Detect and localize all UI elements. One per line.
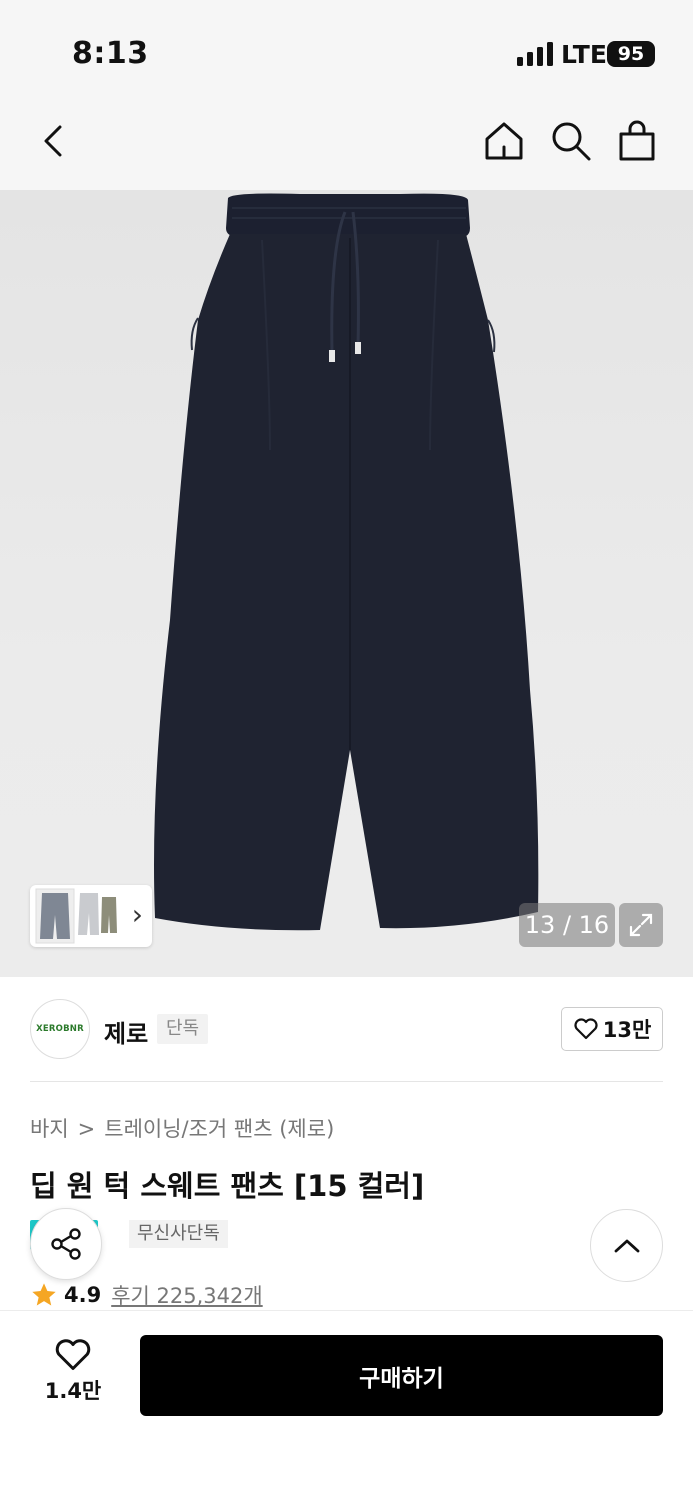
buy-button[interactable]: 구매하기 — [140, 1335, 663, 1416]
brand-like-count: 13만 — [602, 1018, 652, 1042]
battery-icon: 95 — [607, 41, 655, 67]
expand-icon — [629, 913, 653, 937]
search-icon — [552, 122, 591, 161]
back-button[interactable] — [28, 116, 78, 166]
review-link[interactable]: 후기 225,342개 — [111, 1280, 262, 1310]
share-button[interactable] — [30, 1208, 102, 1280]
brand-name[interactable]: 제로 — [104, 1014, 148, 1049]
musinsa-exclusive-tag: 무신사단독 — [129, 1220, 228, 1248]
product-image — [154, 193, 539, 931]
top-nav — [0, 100, 693, 190]
bottom-action-bar: 1.4만 구매하기 — [0, 1310, 693, 1500]
home-button[interactable] — [479, 116, 529, 166]
signal-icon — [517, 42, 553, 66]
product-title: 딥 원 턱 스웨트 팬츠 [15 컬러] — [30, 1169, 425, 1203]
chevron-up-icon — [614, 1239, 639, 1252]
breadcrumb-separator: > — [77, 1117, 96, 1141]
brand-logo-text: XEROBNR — [36, 1024, 84, 1034]
shopping-bag-icon — [619, 120, 655, 161]
product-image-gallery[interactable]: › 13 / 16 — [0, 190, 693, 977]
expand-button[interactable] — [619, 903, 663, 947]
network-label: LTE — [561, 40, 607, 69]
scroll-to-top-button[interactable] — [590, 1209, 663, 1282]
breadcrumb-parent[interactable]: 바지 — [30, 1117, 69, 1141]
thumbnail-strip[interactable]: › — [30, 885, 152, 947]
back-arrow-icon — [44, 125, 62, 157]
status-bar: 8:13 LTE 95 — [0, 0, 693, 100]
rating-score: 4.9 — [64, 1283, 102, 1307]
star-icon — [32, 1283, 56, 1306]
heart-icon — [55, 1339, 91, 1370]
home-icon — [485, 122, 523, 160]
thumbnail-arrow-icon: › — [131, 898, 143, 931]
share-icon — [51, 1228, 81, 1260]
brand-logo[interactable]: XEROBNR — [30, 999, 90, 1059]
status-time: 8:13 — [72, 36, 149, 71]
breadcrumb-current[interactable]: 트레이닝/조거 팬츠 (제로) — [104, 1117, 334, 1141]
thumbnail-image — [35, 888, 117, 944]
divider — [30, 1081, 663, 1082]
heart-icon — [574, 1018, 598, 1040]
rating-row: 4.9 후기 225,342개 — [30, 1280, 263, 1310]
brand-row: XEROBNR 제로 단독 13만 — [30, 999, 663, 1059]
wishlist-button[interactable]: 1.4만 — [30, 1337, 116, 1417]
wishlist-count: 1.4만 — [44, 1379, 102, 1403]
breadcrumb: 바지 > 트레이닝/조거 팬츠 (제로) — [30, 1113, 334, 1143]
search-button[interactable] — [546, 116, 596, 166]
cart-button[interactable] — [612, 116, 662, 166]
exclusive-badge: 단독 — [157, 1014, 209, 1044]
image-counter: 13 / 16 — [519, 903, 615, 947]
brand-like-button[interactable]: 13만 — [561, 1007, 663, 1051]
